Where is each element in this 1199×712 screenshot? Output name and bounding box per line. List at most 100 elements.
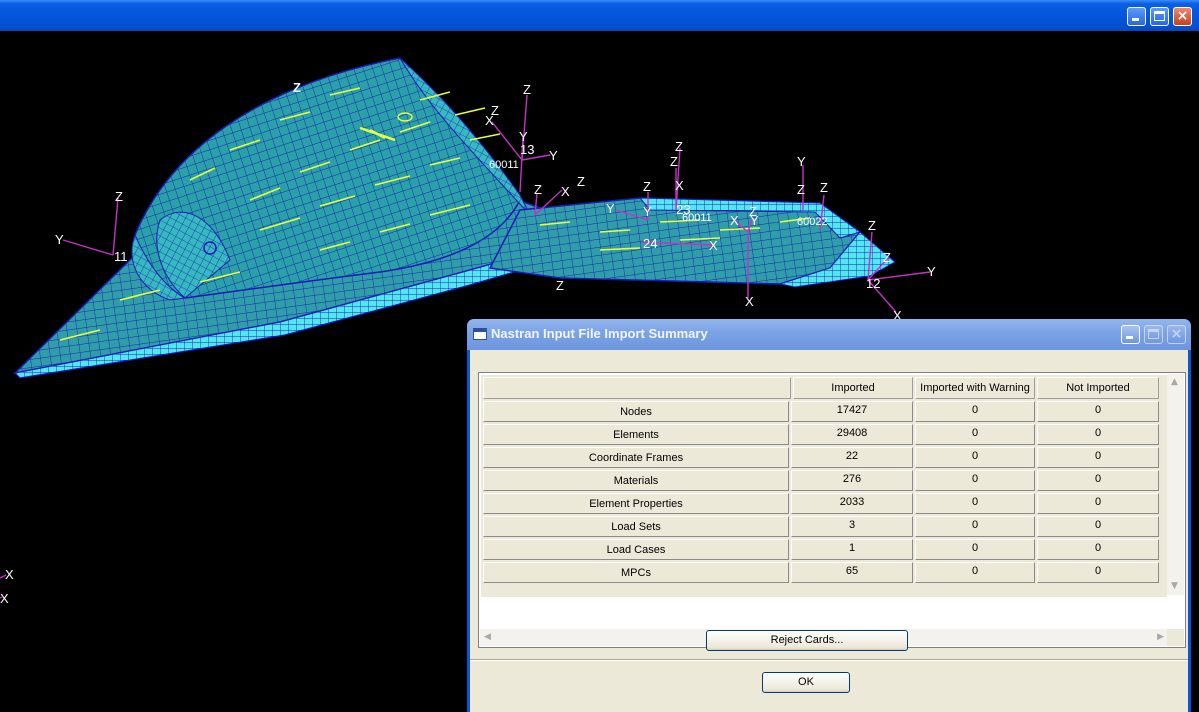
table-row: Materials 276 0 0 [481,470,1167,492]
axis-label: X [5,567,14,582]
axis-label: Z [523,82,531,97]
axis-label: Z [115,189,123,204]
axis-label: Y [643,204,652,219]
row-header: MPCs [483,562,789,583]
axis-label: X [709,238,718,253]
close-icon: × [1170,326,1183,342]
dialog-maximize-button [1144,325,1163,344]
column-header[interactable]: Not Imported [1037,377,1159,399]
minimize-icon [1132,18,1139,21]
imported-cell: 3 [791,516,913,537]
axis-label: Y [750,213,759,228]
warning-cell: 0 [915,447,1035,468]
scroll-up-icon[interactable]: ▲ [1171,378,1178,387]
divider [470,659,1188,661]
scrollbar-corner [1167,629,1184,646]
warning-cell: 0 [915,470,1035,491]
imported-cell: 29408 [791,424,913,445]
row-header: Elements [483,424,789,445]
axis-label: Z [643,179,651,194]
table-row: Load Sets 3 0 0 [481,516,1167,538]
axis-label: Z [675,139,683,154]
scroll-down-icon[interactable]: ▼ [1171,582,1178,591]
axis-label: Z [577,174,585,189]
table-row: Element Properties 2033 0 0 [481,493,1167,515]
axis-label: Y [55,232,64,247]
axis-label: Z [556,278,564,293]
maximize-icon [1148,329,1159,339]
not-imported-cell: 0 [1037,493,1159,514]
axis-label: 13 [520,142,534,157]
dialog-title: Nastran Input File Import Summary [491,326,708,341]
axis-label: Z [797,182,805,197]
scroll-right-icon[interactable]: ▶ [1157,633,1164,642]
imported-cell: 276 [791,470,913,491]
axis-label: X [675,178,684,193]
axis-label: X [485,113,494,128]
maximize-button[interactable] [1150,7,1169,26]
import-summary-dialog: Nastran Input File Import Summary × Impo… [467,319,1191,712]
axis-label: X [745,294,754,309]
dialog-titlebar[interactable]: Nastran Input File Import Summary × [467,319,1191,350]
not-imported-cell: 0 [1037,401,1159,422]
maximize-icon [1154,11,1165,21]
axis-label: X [730,213,739,228]
warning-cell: 0 [915,401,1035,422]
row-header: Materials [483,470,789,491]
axis-label: Y [606,201,615,216]
dialog-close-button: × [1167,325,1186,344]
not-imported-cell: 0 [1037,516,1159,537]
window-icon [473,328,487,340]
column-header[interactable]: Imported with Warning [915,377,1035,399]
warning-cell: 0 [915,516,1035,537]
table-row: Load Cases 1 0 0 [481,539,1167,561]
row-header: Coordinate Frames [483,447,789,468]
node-label: 60022 [797,216,828,228]
axis-label: Y [927,264,936,279]
axis-label: Z [293,80,301,95]
table-row: Nodes 17427 0 0 [481,401,1167,423]
imported-cell: 17427 [791,401,913,422]
reject-cards-button[interactable]: Reject Cards... [706,630,908,651]
row-header: Load Sets [483,516,789,537]
warning-cell: 0 [915,493,1035,514]
axis-label: X [561,184,570,199]
minimize-button[interactable] [1127,7,1146,26]
not-imported-cell: 0 [1037,447,1159,468]
axis-label: Y [549,148,558,163]
dialog-body: Imported Imported with Warning Not Impor… [470,350,1188,712]
imported-cell: 2033 [791,493,913,514]
warning-cell: 0 [915,424,1035,445]
node-label: 12 [866,276,880,291]
scroll-left-icon[interactable]: ◀ [484,633,491,642]
summary-grid: Imported Imported with Warning Not Impor… [478,372,1186,648]
axis-label: Z [534,182,542,197]
dialog-minimize-button[interactable] [1121,325,1140,344]
table-row: Coordinate Frames 22 0 0 [481,447,1167,469]
main-window-titlebar: × [0,0,1199,31]
axis-label: X [0,591,9,606]
imported-cell: 22 [791,447,913,468]
axis-label: Z [868,218,876,233]
table-row: MPCs 65 0 0 [481,562,1167,584]
column-header[interactable]: Imported [793,377,913,399]
imported-cell: 65 [791,562,913,583]
ok-button[interactable]: OK [762,672,850,693]
close-button[interactable]: × [1173,7,1192,26]
node-label: 60011 [682,212,712,224]
not-imported-cell: 0 [1037,470,1159,491]
grid-content: Imported Imported with Warning Not Impor… [481,375,1167,597]
axis-label: Z [820,180,828,195]
node-label: 60011 [489,159,519,171]
row-header: Load Cases [483,539,789,560]
row-header: Nodes [483,401,789,422]
axis-label: Z [670,154,678,169]
table-row: Elements 29408 0 0 [481,424,1167,446]
minimize-icon [1126,336,1133,339]
row-header: Element Properties [483,493,789,514]
vertical-scrollbar[interactable]: ▲ ▼ [1167,374,1184,595]
node-label: 11 [114,249,128,264]
not-imported-cell: 0 [1037,539,1159,560]
imported-cell: 1 [791,539,913,560]
node-label: 24 [643,236,657,251]
